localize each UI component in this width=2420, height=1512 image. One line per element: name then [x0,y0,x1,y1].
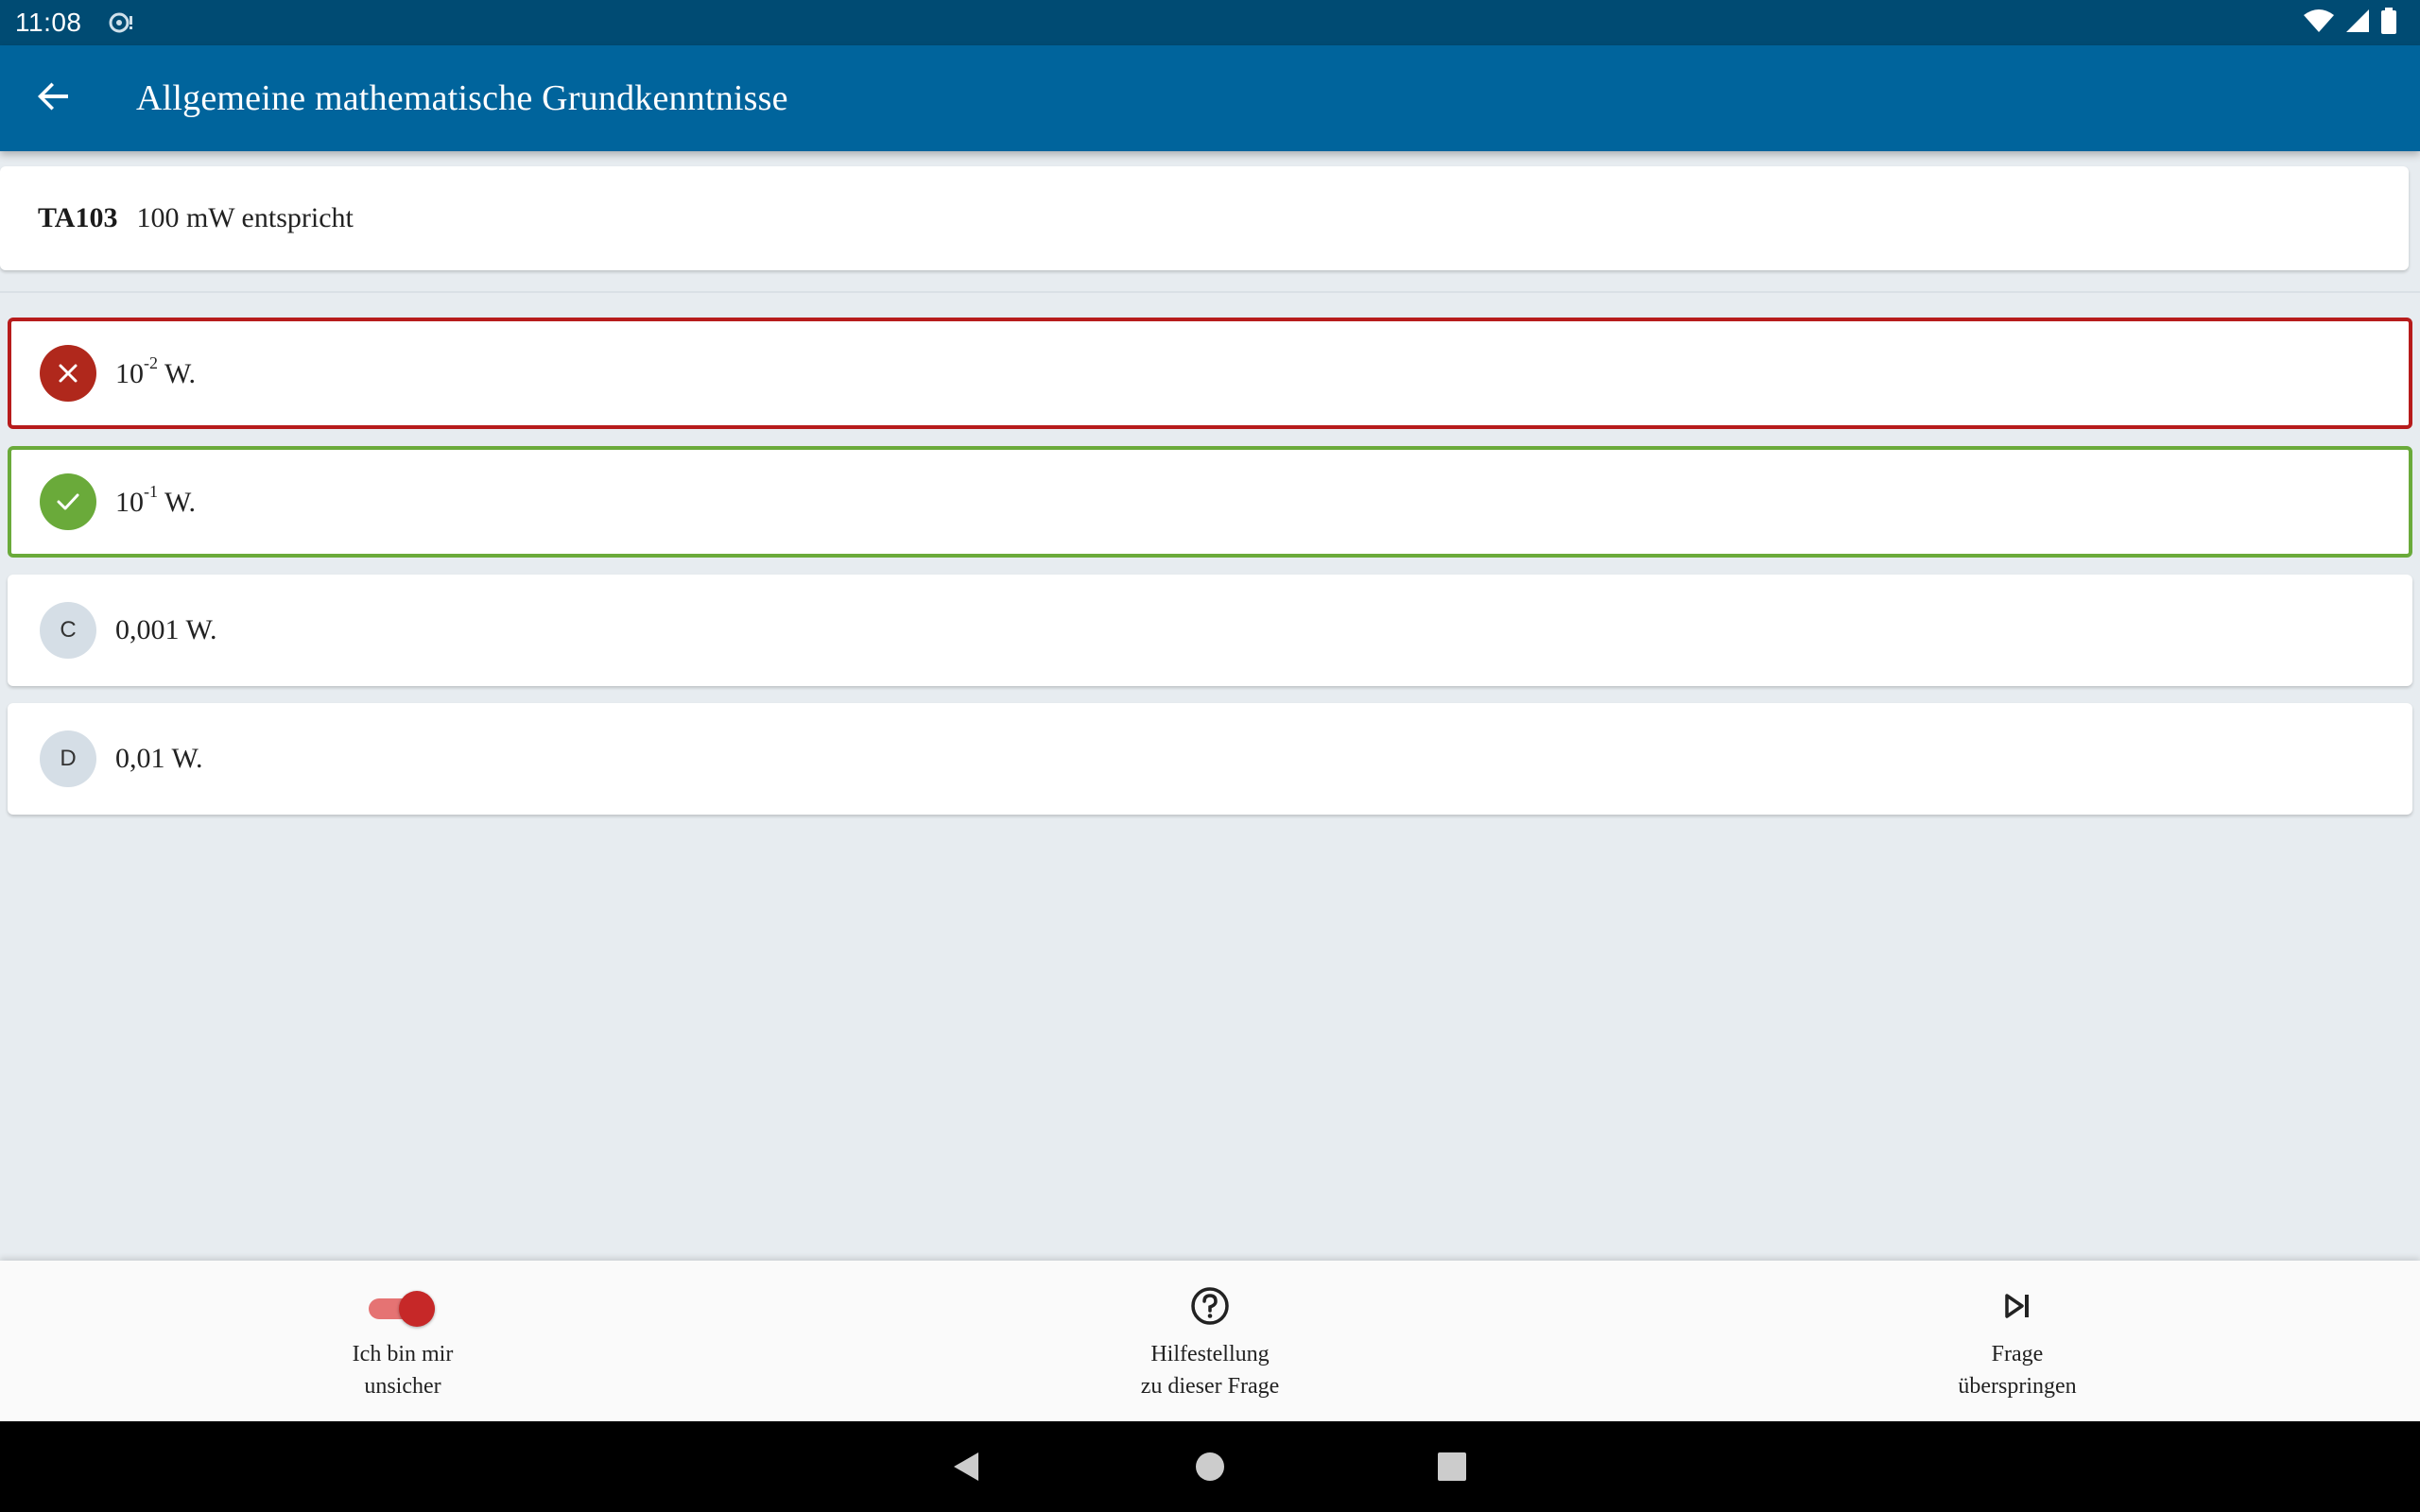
skip-label: Frage überspringen [1958,1338,2076,1402]
question-card: TA103 100 mW entspricht [0,166,2409,270]
answer-text: 10-2 W. [115,353,197,390]
system-nav-bar [0,1421,2420,1512]
unsure-label-line2: unsicher [364,1374,441,1399]
answer-exponent: -2 [144,352,158,372]
app-bar: Allgemeine mathematische Grundkenntnisse [0,45,2420,151]
answer-base: 10 [115,486,144,518]
help-label-line1: Hilfestellung [1150,1342,1270,1366]
divider [0,291,2420,293]
check-icon [40,473,96,530]
answer-letter-badge: C [40,602,96,659]
answer-option-a[interactable]: 10-2 W. [8,318,2412,429]
skip-button[interactable]: Frage überspringen [1828,1261,2206,1421]
unsure-toggle-item[interactable]: Ich bin mir unsicher [214,1261,592,1421]
page-title: Allgemeine mathematische Grundkenntnisse [136,78,788,118]
question-id: TA103 [38,202,118,233]
help-label-line2: zu dieser Frage [1140,1374,1280,1399]
help-circle-icon [1189,1285,1231,1332]
answer-option-b[interactable]: 10-1 W. [8,446,2412,558]
skip-label-line1: Frage [1991,1342,2044,1366]
answer-exponent: -1 [144,481,158,501]
sync-icon [107,9,135,37]
battery-icon [2380,7,2397,39]
close-icon [40,345,96,402]
back-button[interactable] [0,45,106,151]
answer-text: 10-1 W. [115,482,197,519]
answer-text: 0,001 W. [115,614,217,645]
wifi-icon [2303,8,2335,39]
nav-recents-icon[interactable] [1433,1448,1471,1486]
skip-next-icon [2003,1293,2031,1324]
unsure-label: Ich bin mir unsicher [353,1338,454,1402]
nav-back-icon[interactable] [947,1448,985,1486]
answer-base: 10 [115,357,144,389]
answer-unit: W. [158,486,197,518]
help-button[interactable]: Hilfestellung zu dieser Frage [1021,1261,1399,1421]
answer-unit: W. [158,357,197,389]
answer-text: 0,01 W. [115,743,203,774]
toggle-thumb [399,1291,435,1327]
unsure-label-line1: Ich bin mir [352,1342,454,1366]
unsure-toggle[interactable] [367,1285,439,1331]
answer-letter-badge: D [40,730,96,787]
bottom-action-bar: Ich bin mir unsicher Hilfestellung zu di… [0,1261,2420,1421]
help-label: Hilfestellung zu dieser Frage [1141,1338,1280,1402]
answer-option-c[interactable]: C 0,001 W. [8,575,2412,686]
status-bar: 11:08 [0,0,2420,45]
skip-label-line2: überspringen [1958,1374,2077,1399]
signal-icon [2344,8,2371,39]
question-text: 100 mW entspricht [136,202,354,233]
nav-home-icon[interactable] [1191,1448,1229,1486]
status-time: 11:08 [15,8,82,37]
answer-option-d[interactable]: D 0,01 W. [8,703,2412,815]
arrow-back-icon [36,79,70,118]
